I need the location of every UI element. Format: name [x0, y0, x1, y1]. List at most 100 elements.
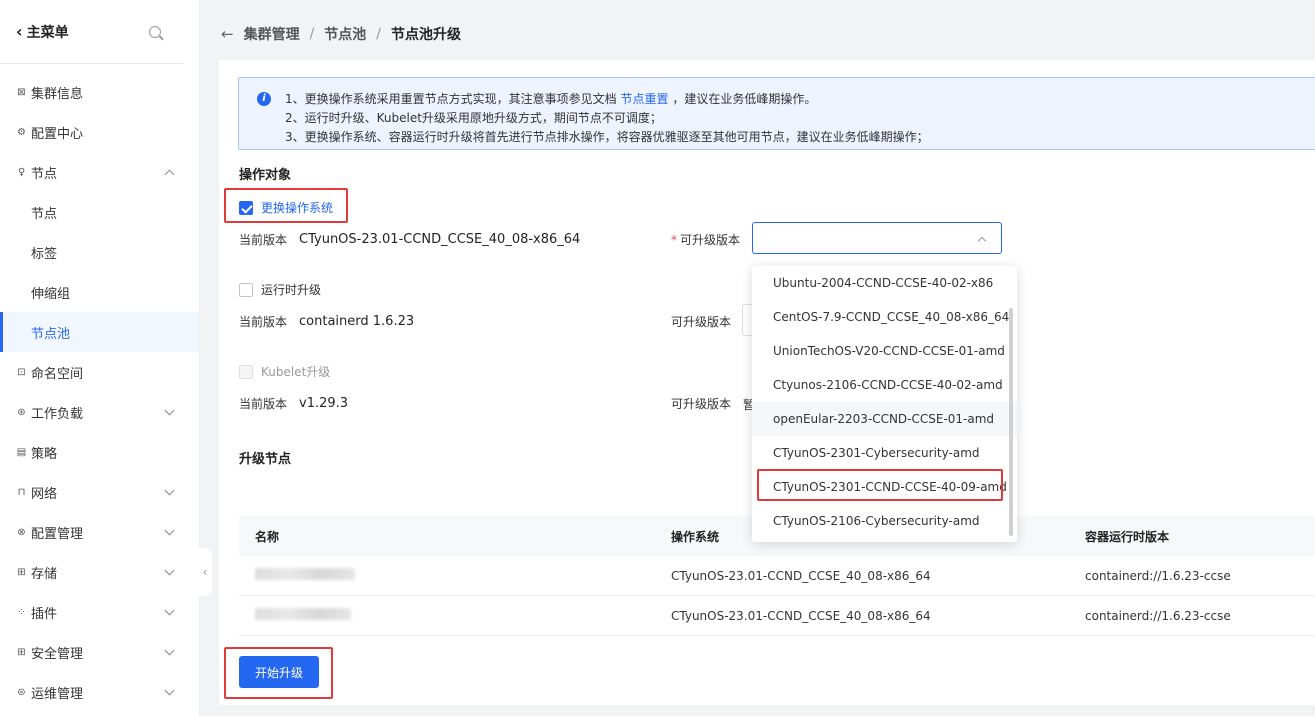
namespace-icon: ⊡ [17, 366, 26, 378]
sidebar-item-node-list[interactable]: 节点 [0, 192, 199, 232]
sidebar-item-label: 节点 [31, 206, 58, 222]
sidebar-collapse-handle[interactable]: ‹ [198, 548, 212, 596]
workload-icon: ⊛ [17, 406, 26, 418]
sidebar-item-config-center[interactable]: ⚙ 配置中心 [0, 112, 199, 152]
sidebar-title: 主菜单 [26, 24, 69, 41]
dropdown-option[interactable]: UnionTechOS-V20-CCND-CCSE-01-amd [752, 334, 1017, 368]
sidebar-item-label: 存储 [31, 566, 58, 582]
sidebar-item-label: 集群信息 [31, 86, 84, 102]
os-upgrade-version-label: * 可升级版本 [671, 232, 741, 248]
sidebar-item-plugin[interactable]: ⁘ 插件 [0, 592, 199, 632]
sidebar-item-label: 插件 [31, 606, 58, 622]
table-row: CTyunOS-23.01-CCND_CCSE_40_08-x86_64 con… [239, 596, 1315, 636]
breadcrumb-separator: / [309, 26, 315, 42]
kubelet-upgrade-checkbox: Kubelet升级 [239, 363, 330, 380]
column-header-name: 名称 [255, 529, 280, 544]
dropdown-option[interactable]: CTyunOS-2301-Cybersecurity-amd [752, 436, 1017, 470]
sidebar-header: ‹ 主菜单 [0, 0, 183, 64]
sidebar-item-node[interactable]: ♀ 节点 [0, 152, 199, 192]
sidebar-item-labels[interactable]: 标签 [0, 232, 199, 272]
sidebar-item-label: 命名空间 [31, 366, 84, 382]
sidebar-item-label: 策略 [31, 446, 58, 462]
node-os: CTyunOS-23.01-CCND_CCSE_40_08-x86_64 [671, 568, 931, 583]
dropdown-option[interactable]: CTyunOS-2106-Cybersecurity-amd [752, 504, 1017, 538]
highlight-start-button [224, 647, 333, 699]
chevron-down-icon [164, 685, 175, 695]
config-mgmt-icon: ⊗ [17, 526, 26, 538]
node-icon: ♀ [17, 166, 26, 178]
dropdown-option[interactable]: Ubuntu-2004-CCND-CCSE-40-02-x86 [752, 266, 1017, 300]
notice-line-3: 3、更换操作系统、容器运行时升级将首先进行节点排水操作，将容器优雅驱逐至其他可用… [285, 130, 929, 144]
dropdown-option[interactable]: CentOS-7.9-CCND_CCSE_40_08-x86_64 [752, 300, 1017, 334]
notice-line-1: 1、更换操作系统采用重置节点方式实现，其注意事项参见文档 节点重置 ，建议在业务… [285, 92, 817, 106]
redacted-node-name [255, 568, 355, 580]
sidebar-item-scaling-group[interactable]: 伸缩组 [0, 272, 199, 312]
column-header-runtime: 容器运行时版本 [1085, 529, 1170, 544]
search-icon[interactable] [149, 25, 161, 38]
chevron-left-icon: ‹ [16, 22, 23, 41]
node-reset-doc-link[interactable]: 节点重置 [620, 92, 668, 106]
sidebar-item-label: 工作负载 [31, 406, 84, 422]
policy-icon: ▤ [16, 446, 27, 458]
highlight-os-checkbox [224, 188, 348, 223]
operation-target-title: 操作对象 [239, 168, 292, 183]
sidebar-item-label: 网络 [31, 486, 58, 502]
breadcrumb-cluster-mgmt[interactable]: 集群管理 [244, 24, 300, 44]
dropdown-option[interactable]: Ctyunos-2106-CCND-CCSE-40-02-amd [752, 368, 1017, 402]
back-arrow-icon[interactable]: ← [221, 25, 234, 43]
sidebar-item-node-pool[interactable]: 节点池 [0, 312, 199, 352]
plugin-icon: ⁘ [17, 606, 26, 618]
kubelet-upgrade-version-label: 可升级版本 [671, 397, 732, 411]
chevron-down-icon [164, 405, 175, 415]
sidebar-item-cluster-info[interactable]: ⊠ 集群信息 [0, 72, 199, 112]
sidebar-item-label: 标签 [31, 246, 58, 262]
breadcrumb-separator: / [376, 26, 382, 42]
sidebar-item-ops[interactable]: ⊜ 运维管理 [0, 672, 199, 712]
chevron-down-icon [164, 605, 175, 615]
table-row: CTyunOS-23.01-CCND_CCSE_40_08-x86_64 con… [239, 556, 1315, 596]
runtime-upgrade-checkbox[interactable]: 运行时升级 [239, 281, 321, 298]
sidebar-item-security[interactable]: ⊞ 安全管理 [0, 632, 199, 672]
checkbox-unchecked[interactable] [239, 282, 253, 297]
sidebar-item-config-mgmt[interactable]: ⊗ 配置管理 [0, 512, 199, 552]
sidebar-item-policy[interactable]: ▤ 策略 [0, 432, 199, 472]
chevron-up-icon [977, 236, 987, 246]
runtime-upgrade-version-label: 可升级版本 [671, 315, 732, 329]
info-notice: i 1、更换操作系统采用重置节点方式实现，其注意事项参见文档 节点重置 ，建议在… [238, 77, 1315, 150]
kubelet-current-version: 当前版本 v1.29.3 [239, 396, 349, 411]
sidebar-item-label: 伸缩组 [31, 286, 71, 302]
info-icon: i [257, 92, 271, 106]
page-title: 节点池升级 [391, 27, 462, 43]
dropdown-option[interactable]: openEular-2203-CCND-CCSE-01-amd [752, 402, 1017, 436]
chevron-down-icon [164, 525, 175, 535]
breadcrumb: ← 集群管理 / 节点池 / 节点池升级 [205, 10, 1315, 58]
redacted-node-name [255, 608, 351, 620]
os-upgrade-version-select[interactable] [752, 222, 1002, 254]
ops-icon: ⊜ [17, 686, 26, 698]
sidebar-item-label: 节点池 [31, 326, 71, 342]
sidebar-item-label: 安全管理 [31, 646, 84, 662]
sidebar: ‹ 主菜单 ⊠ 集群信息 ⚙ 配置中心 ♀ 节点 节点 标签 伸缩组 节点池 ⊡ 命名空… [0, 0, 200, 716]
checkbox-disabled [239, 364, 253, 379]
chevron-down-icon [164, 645, 175, 655]
chevron-down-icon [164, 565, 175, 575]
node-os: CTyunOS-23.01-CCND_CCSE_40_08-x86_64 [671, 608, 931, 623]
sidebar-menu: ⊠ 集群信息 ⚙ 配置中心 ♀ 节点 节点 标签 伸缩组 节点池 ⊡ 命名空间 ⊛ 工作负… [0, 64, 199, 712]
config-icon: ⚙ [17, 126, 26, 138]
chevron-up-icon [164, 169, 175, 179]
main-menu-back[interactable]: ‹ 主菜单 [16, 22, 69, 42]
runtime-upgrade-label: 运行时升级 [261, 283, 322, 297]
cluster-icon: ⊠ [17, 86, 26, 98]
sidebar-item-label: 运维管理 [31, 686, 84, 702]
sidebar-item-storage[interactable]: ⊞ 存储 [0, 552, 199, 592]
chevron-down-icon [164, 485, 175, 495]
sidebar-item-network[interactable]: ⊓ 网络 [0, 472, 199, 512]
sidebar-item-namespace[interactable]: ⊡ 命名空间 [0, 352, 199, 392]
breadcrumb-node-pool[interactable]: 节点池 [324, 24, 366, 44]
dropdown-scrollbar[interactable] [1009, 308, 1013, 536]
highlight-selected-option [757, 469, 1003, 501]
sidebar-item-label: 配置中心 [31, 126, 84, 142]
upgrade-nodes-title: 升级节点 [239, 452, 292, 467]
storage-icon: ⊞ [17, 566, 26, 578]
sidebar-item-workload[interactable]: ⊛ 工作负载 [0, 392, 199, 432]
